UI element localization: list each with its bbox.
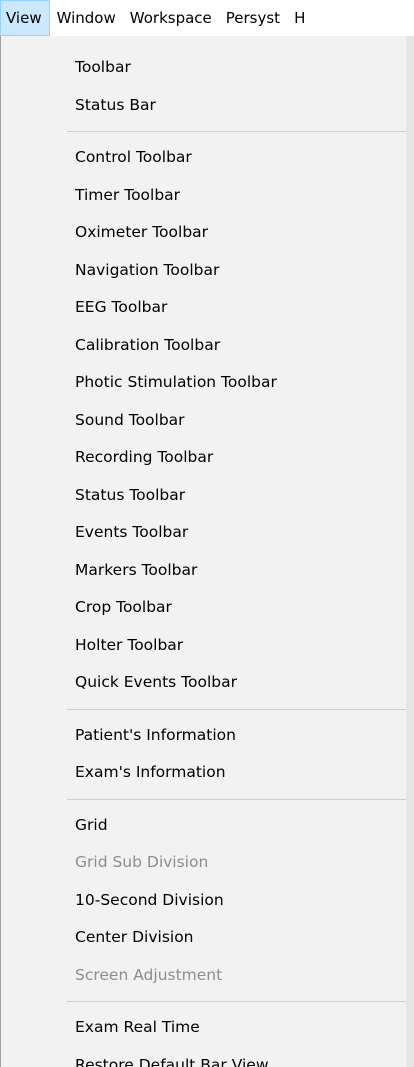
menu-item-status-toolbar[interactable]: Status Toolbar	[1, 477, 412, 515]
menu-item-navigation-toolbar[interactable]: Navigation Toolbar	[1, 252, 412, 290]
menu-item-exam-s-information[interactable]: Exam's Information	[1, 754, 412, 792]
menu-separator	[1, 702, 412, 717]
menu-item-grid[interactable]: Grid	[1, 807, 412, 845]
menu-item-toolbar[interactable]: Toolbar	[1, 49, 412, 87]
view-menu-list: Toolbar Status Bar Control Toolbar Timer To…	[1, 36, 412, 1067]
menu-persyst[interactable]: Persyst	[219, 0, 287, 36]
menu-item-patient-s-information[interactable]: Patient's Information	[1, 717, 412, 755]
menu-item-holter-toolbar[interactable]: Holter Toolbar	[1, 627, 412, 665]
menu-item-quick-events-toolbar[interactable]: Quick Events Toolbar	[1, 664, 412, 702]
menu-window[interactable]: Window	[50, 0, 123, 36]
menu-item-events-toolbar[interactable]: Events Toolbar	[1, 514, 412, 552]
view-dropdown-menu: Toolbar Status Bar Control Toolbar Timer To…	[0, 36, 412, 1067]
menu-item-calibration-toolbar[interactable]: Calibration Toolbar	[1, 327, 412, 365]
menu-item-grid-sub-division: Grid Sub Division	[75, 853, 209, 871]
menu-bar: View Window Workspace Persyst H	[0, 0, 414, 36]
menu-item-10-second-division[interactable]: 10-Second Division	[1, 882, 412, 920]
menu-item-recording-toolbar[interactable]: Recording Toolbar	[1, 439, 412, 477]
menu-item-crop-toolbar[interactable]: Crop Toolbar	[1, 589, 412, 627]
menu-item-center-division[interactable]: Center Division	[1, 919, 412, 957]
window-edge	[406, 36, 414, 1067]
menu-item-timer-toolbar[interactable]: Timer Toolbar	[1, 177, 412, 215]
menu-item-sound-toolbar[interactable]: Sound Toolbar	[1, 402, 412, 440]
menu-item-eeg-toolbar[interactable]: EEG Toolbar	[1, 289, 412, 327]
menu-item-status-bar[interactable]: Status Bar	[1, 87, 412, 125]
menu-item-restore-default-bar-view[interactable]: Restore Default Bar View	[1, 1047, 412, 1067]
menu-item-photic-stimulation-toolbar[interactable]: Photic Stimulation Toolbar	[1, 364, 412, 402]
menu-item-screen-adjustment: Screen Adjustment	[75, 965, 223, 984]
menu-workspace[interactable]: Workspace	[123, 0, 219, 36]
menu-separator	[1, 124, 412, 139]
menu-separator	[1, 994, 412, 1009]
menu-item-markers-toolbar[interactable]: Markers Toolbar	[1, 552, 412, 590]
menu-help-truncated[interactable]: H	[287, 0, 312, 36]
menu-item-oximeter-toolbar[interactable]: Oximeter Toolbar	[1, 214, 412, 252]
menu-view[interactable]: View	[0, 0, 50, 36]
menu-item-exam-real-time[interactable]: Exam Real Time	[1, 1009, 412, 1047]
menu-separator	[1, 792, 412, 807]
menu-item-control-toolbar[interactable]: Control Toolbar	[1, 139, 412, 177]
